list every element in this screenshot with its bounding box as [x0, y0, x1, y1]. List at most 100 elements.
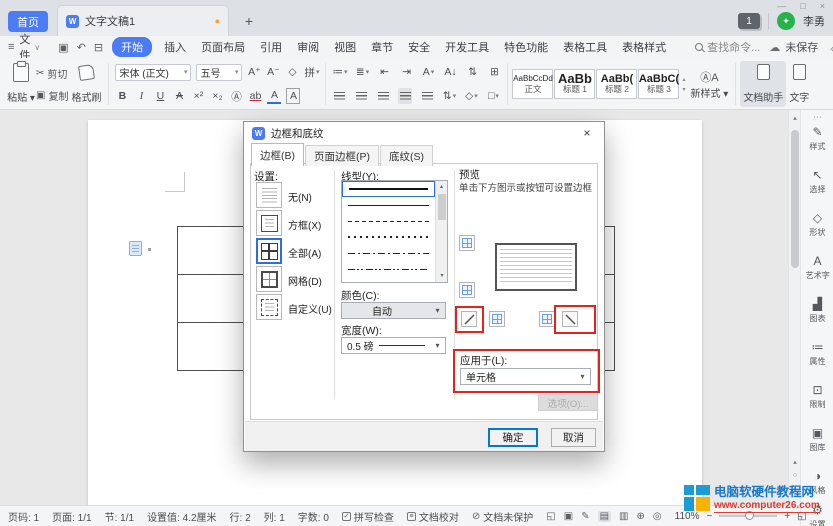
italic-button[interactable]: I — [134, 88, 148, 104]
insert-table-icon-button[interactable]: ⊞ — [487, 64, 501, 80]
align-right-button[interactable] — [376, 88, 390, 104]
numbered-list-button[interactable]: ≣▾ — [355, 64, 369, 80]
setting-none-button[interactable] — [256, 182, 282, 208]
web-view-icon[interactable]: ⊕ — [637, 511, 645, 522]
dialog-close-button[interactable]: × — [574, 124, 600, 142]
tab-references[interactable]: 引用 — [257, 37, 285, 57]
eye-protect-icon[interactable]: ◎ — [653, 511, 662, 522]
fullscreen-view-icon[interactable]: ◱ — [546, 511, 555, 522]
top-border-button[interactable] — [459, 235, 475, 251]
character-border-button[interactable]: A — [286, 88, 300, 104]
new-style-button[interactable]: ⒶA 新样式 ▾ — [688, 66, 732, 103]
text-highlight-button[interactable]: ab — [248, 88, 262, 104]
style-normal[interactable]: AaBbCcDd 正文 — [512, 69, 553, 99]
line-spacing-button[interactable]: ⇅▾ — [442, 88, 456, 104]
subscript-button[interactable]: ×₂ — [210, 88, 224, 104]
sort-button[interactable]: A↓ — [443, 64, 457, 80]
distribute-button[interactable] — [420, 88, 434, 104]
sidebar-item-restrict[interactable]: ⊡限制 — [801, 384, 833, 410]
save-icon[interactable]: ▣ — [58, 41, 68, 54]
style-heading1[interactable]: AaBb 标题 1 — [554, 69, 595, 99]
format-painter-button[interactable]: 格式刷 — [68, 61, 104, 107]
new-tab-button[interactable]: + — [240, 12, 258, 30]
justify-button[interactable] — [398, 88, 412, 104]
clear-format-button[interactable]: ◇ — [285, 64, 299, 80]
undo-icon[interactable]: ↶ — [77, 41, 86, 54]
shading-button[interactable]: ◇▾ — [464, 88, 478, 104]
scroll-down-icon[interactable]: ▾ — [436, 270, 448, 282]
style-heading3[interactable]: AaBbC( 标题 3 — [638, 69, 679, 99]
gallery-down-icon[interactable]: ▾ — [682, 86, 685, 93]
notification-badge[interactable]: 1 — [738, 13, 760, 29]
page-border-button[interactable]: □▾ — [486, 88, 500, 104]
left-border-button[interactable] — [489, 311, 505, 327]
save-status[interactable]: 未保存 — [785, 39, 818, 55]
bold-button[interactable]: B — [115, 88, 129, 104]
line-style-dash-dot[interactable] — [342, 245, 435, 261]
paragraph-layout-button[interactable]: ⇅ — [465, 64, 479, 80]
user-avatar[interactable]: ✦ — [777, 12, 795, 30]
style-heading2[interactable]: AaBb( 标题 2 — [596, 69, 637, 99]
align-center-button[interactable] — [354, 88, 368, 104]
tab-view[interactable]: 视图 — [331, 37, 359, 57]
bullet-list-button[interactable]: ≔▾ — [332, 64, 347, 80]
copy-button[interactable]: ▣复制 — [36, 88, 68, 103]
scrollbar-thumb[interactable] — [438, 194, 446, 220]
setting-all-button[interactable] — [256, 238, 282, 264]
tab-developer[interactable]: 开发工具 — [442, 37, 492, 57]
sidebar-item-shapes[interactable]: ◇形状 — [801, 212, 833, 238]
enclose-characters-button[interactable]: Ⓐ — [229, 88, 243, 104]
command-search[interactable]: 查找命令... — [695, 39, 760, 55]
maximize-button[interactable]: □ — [800, 1, 805, 11]
line-style-dotted[interactable] — [342, 229, 435, 245]
side-by-side-icon[interactable]: ▣ — [564, 511, 573, 522]
cancel-button[interactable]: 取消 — [551, 428, 596, 447]
setting-box-button[interactable] — [256, 210, 282, 236]
page-view-icon[interactable]: ▤ — [598, 511, 611, 522]
color-combo[interactable]: 自动 ▾ — [341, 302, 446, 319]
minimize-button[interactable]: — — [777, 1, 786, 11]
paste-options-icon[interactable] — [129, 241, 142, 256]
dialog-tab-borders[interactable]: 边框(B) — [251, 143, 304, 166]
scroll-up-icon[interactable]: ▴ — [440, 184, 443, 190]
zoom-slider[interactable] — [719, 515, 777, 517]
sidebar-item-select[interactable]: ↖选择 — [801, 169, 833, 195]
right-border-button[interactable] — [539, 311, 555, 327]
spell-check-toggle[interactable]: ✓ 拼写检查 — [342, 509, 394, 524]
protection-status[interactable]: ⊘ 文档未保护 — [472, 509, 533, 524]
superscript-button[interactable]: ×² — [191, 88, 205, 104]
gallery-scroll[interactable]: ▴ ▾ — [680, 76, 687, 93]
border-preview-box[interactable] — [495, 243, 577, 291]
font-name-combo[interactable]: 宋体 (正文)▾ — [115, 64, 191, 81]
setting-custom-button[interactable] — [256, 294, 282, 320]
character-scale-button[interactable]: A▾ — [421, 64, 435, 80]
tab-insert[interactable]: 插入 — [161, 37, 189, 57]
tab-table-style[interactable]: 表格样式 — [619, 37, 669, 57]
increase-indent-button[interactable]: ⇥ — [399, 64, 413, 80]
print-icon[interactable]: ⊟ — [94, 41, 103, 54]
sidebar-item-wordart[interactable]: A艺术字 — [801, 255, 833, 281]
tab-page-layout[interactable]: 页面布局 — [198, 37, 248, 57]
paste-button[interactable]: 粘贴 ▾ — [6, 61, 36, 107]
doc-assistant-button[interactable]: 文档助手 — [740, 61, 786, 107]
pinyin-guide-button[interactable]: 拼▾ — [304, 64, 319, 80]
line-style-scrollbar[interactable]: ▴ ▾ — [435, 181, 447, 282]
grow-font-button[interactable]: A⁺ — [247, 64, 261, 80]
ink-icon[interactable]: ✎ — [581, 511, 589, 522]
shrink-font-button[interactable]: A⁻ — [266, 64, 280, 80]
sidebar-item-properties[interactable]: ≔属性 — [801, 341, 833, 367]
sidebar-item-chart[interactable]: ▟图表 — [801, 298, 833, 324]
line-style-list[interactable]: ▴ ▾ — [341, 180, 448, 283]
tab-security[interactable]: 安全 — [405, 37, 433, 57]
outline-view-icon[interactable]: ▥ — [619, 511, 628, 522]
tab-review[interactable]: 审阅 — [294, 37, 322, 57]
dialog-tab-page-border[interactable]: 页面边框(P) — [305, 145, 379, 166]
close-button[interactable]: × — [820, 1, 825, 11]
tab-special-features[interactable]: 特色功能 — [501, 37, 551, 57]
tab-section[interactable]: 章节 — [368, 37, 396, 57]
document-scrollbar[interactable]: ▴ ▴ ○ ▾ — [788, 110, 800, 505]
gallery-up-icon[interactable]: ▴ — [682, 76, 685, 83]
dialog-tab-shading[interactable]: 底纹(S) — [380, 145, 433, 166]
underline-button[interactable]: U — [153, 88, 167, 104]
document-tab[interactable]: W 文字文稿1 ● — [57, 5, 229, 36]
